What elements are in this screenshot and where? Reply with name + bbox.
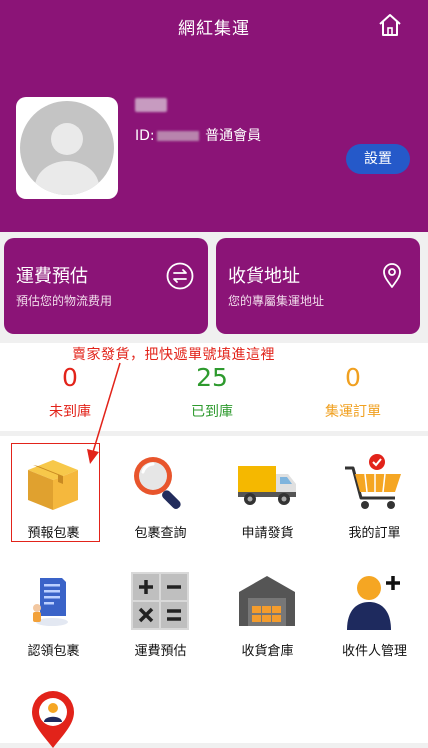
avatar-placeholder-icon (20, 101, 114, 195)
avatar[interactable] (16, 97, 118, 199)
stat-orders-count[interactable]: 0 (293, 363, 413, 392)
tile-label: 包裹查詢 (134, 526, 187, 541)
warehouse-icon (239, 576, 295, 626)
delivery-truck-icon (238, 466, 296, 505)
user-id-prefix: ID: (135, 128, 155, 144)
claim-document-icon (33, 578, 68, 626)
magnifier-icon (134, 457, 181, 509)
member-level: 普通會員 (205, 128, 262, 144)
stat-arrived-label[interactable]: 已到庫 (152, 401, 272, 421)
tile-label: 收貨倉庫 (241, 644, 294, 659)
username-redacted (135, 98, 167, 112)
location-pin-icon (383, 263, 401, 288)
calculator-icon (131, 572, 189, 630)
tile-label: 運費預估 (134, 644, 187, 659)
card-subtitle: 您的專屬集運地址 (228, 294, 325, 308)
highlight-box (11, 443, 100, 542)
stat-orders-label[interactable]: 集運訂單 (293, 401, 413, 421)
tile-label: 我的訂單 (348, 526, 401, 541)
location-person-icon (32, 691, 74, 748)
card-title: 收貨地址 (228, 266, 300, 287)
user-id-line: ID: 普通會員 (135, 125, 261, 145)
add-recipient-icon (347, 576, 400, 630)
instruction-annotation: 賣家發貨，把快遞單號填進這裡 (72, 347, 275, 363)
stat-arrived-count[interactable]: 25 (152, 363, 272, 392)
page-title: 網紅集運 (178, 19, 250, 39)
card-subtitle: 預估您的物流费用 (16, 294, 113, 308)
tile-label: 認領包裹 (27, 644, 80, 659)
shopping-cart-icon (345, 454, 401, 509)
tile-label: 收件人管理 (341, 644, 407, 659)
stat-not-arrived-count[interactable]: 0 (10, 363, 130, 392)
tile-label: 申請發貨 (241, 526, 294, 541)
shipping-estimate-card[interactable]: 運費預估 預估您的物流费用 (4, 238, 208, 334)
settings-button[interactable]: 設置 (346, 144, 410, 174)
home-icon[interactable] (377, 12, 403, 38)
exchange-icon (166, 262, 194, 290)
user-id-redacted (156, 131, 199, 141)
receiving-address-card[interactable]: 收貨地址 您的專屬集運地址 (216, 238, 420, 334)
card-title: 運費預估 (16, 266, 88, 287)
stat-not-arrived-label[interactable]: 未到庫 (10, 401, 130, 421)
